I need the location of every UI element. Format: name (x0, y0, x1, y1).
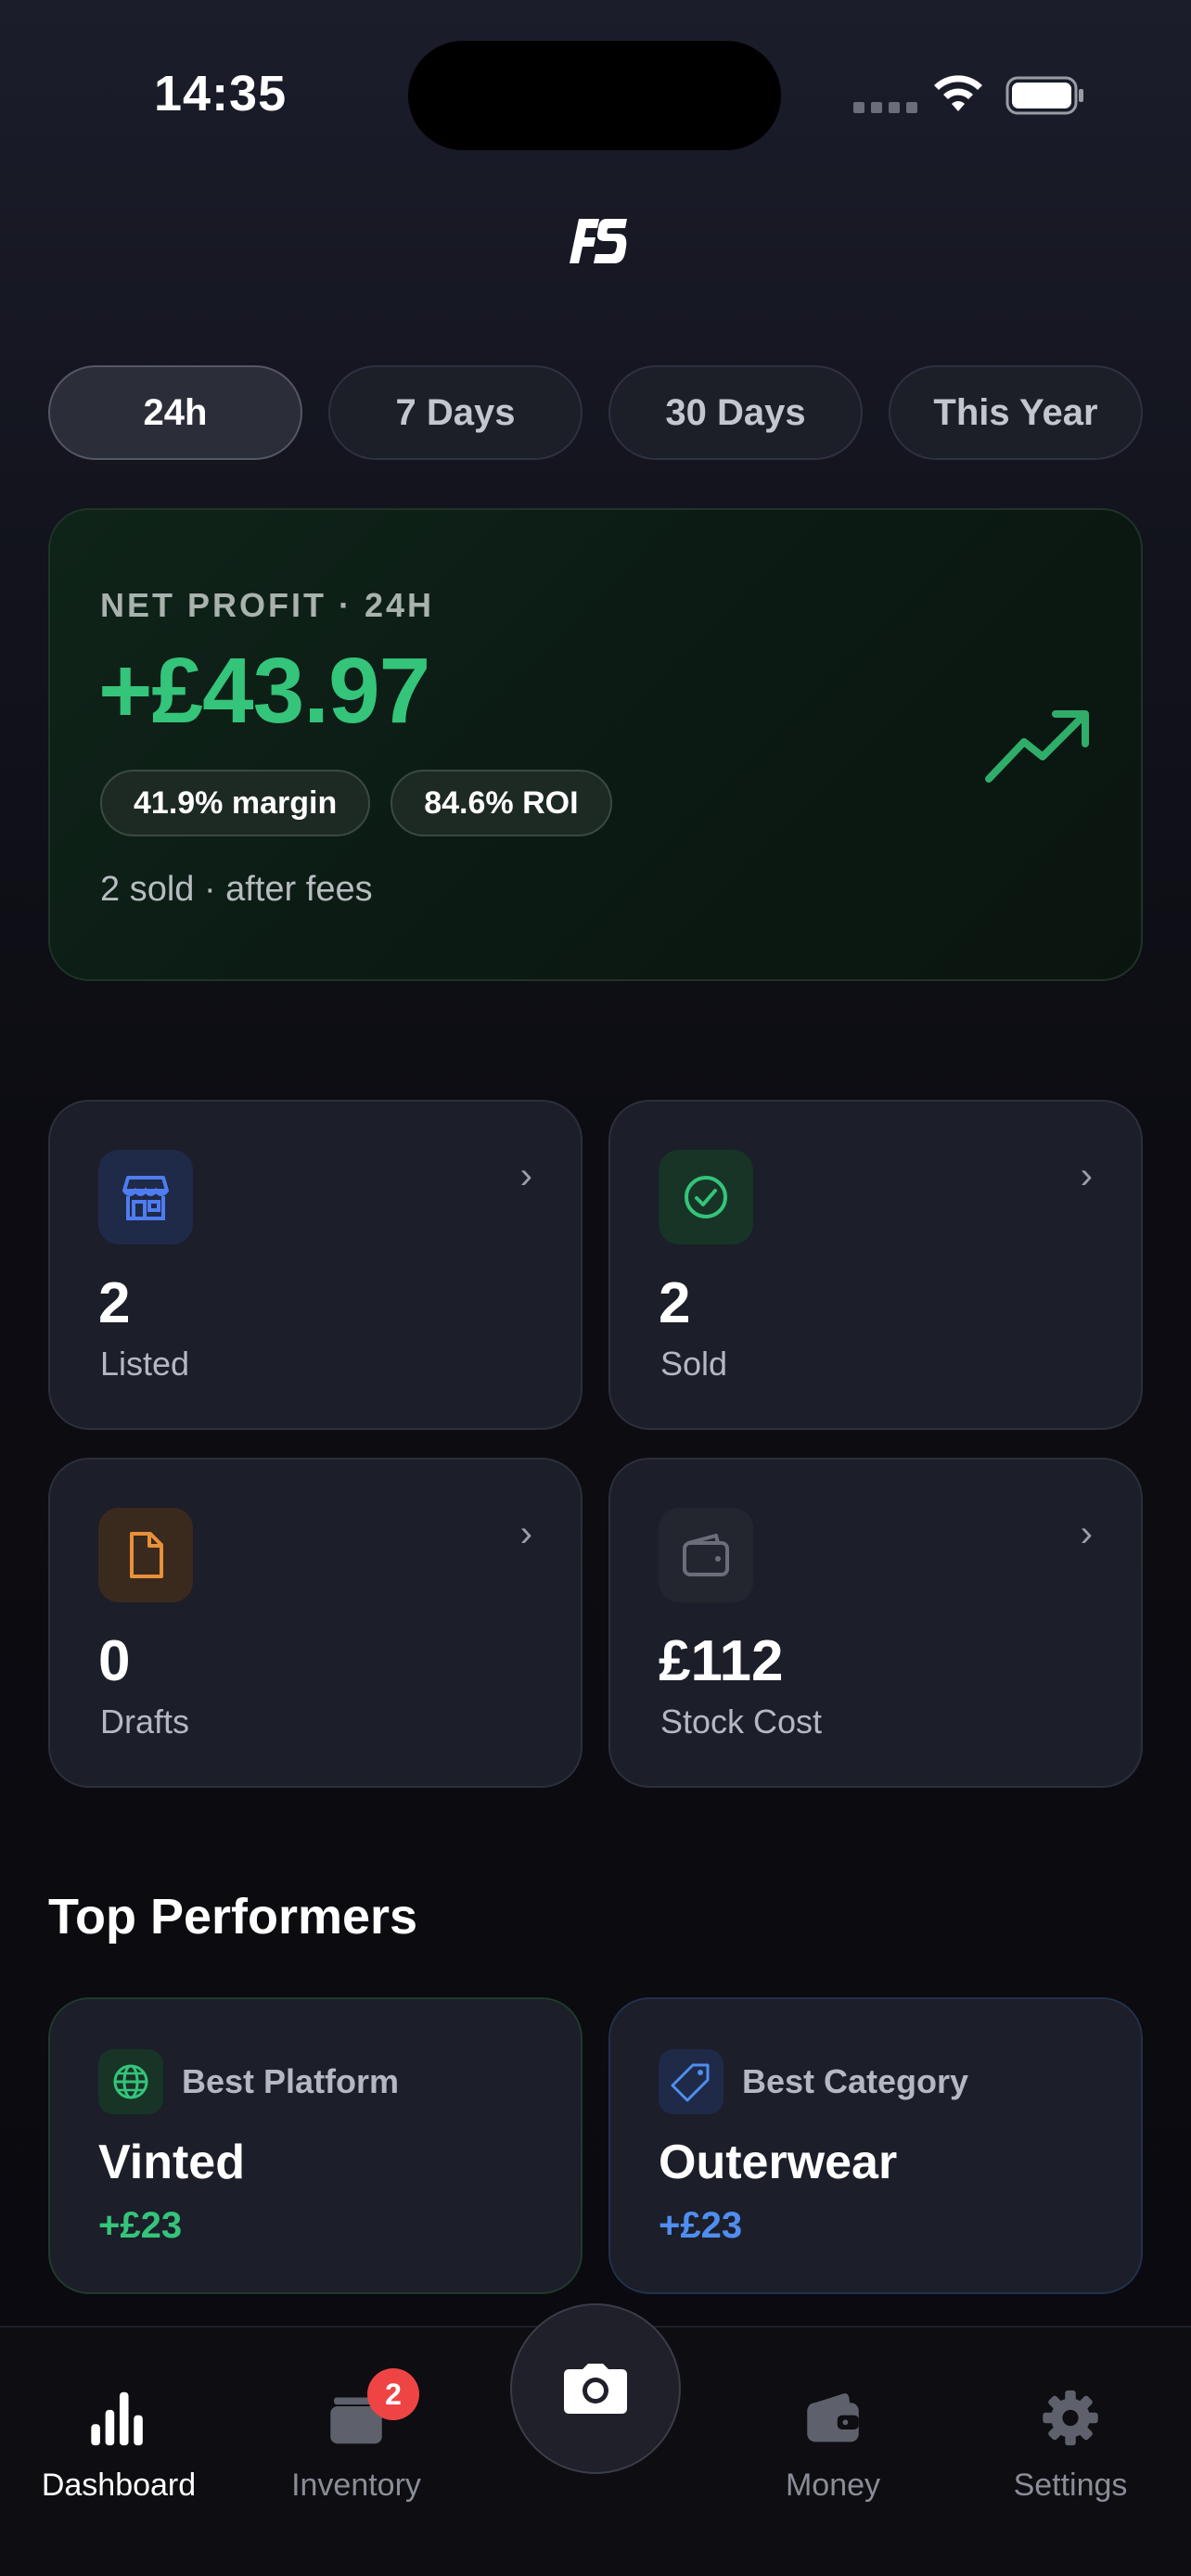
profit-subtitle: 2 sold · after fees (100, 870, 373, 909)
stat-label: Drafts (100, 1702, 190, 1741)
stat-label: Stock Cost (660, 1702, 823, 1741)
stat-label: Listed (100, 1345, 190, 1383)
check-circle-icon (685, 1176, 727, 1218)
storefront-icon-box (98, 1150, 193, 1244)
stat-card-stock-cost[interactable]: › £112 Stock Cost (608, 1458, 1143, 1788)
tag-icon-box (659, 2049, 724, 2114)
battery-icon (1005, 76, 1083, 115)
document-icon-box (98, 1508, 193, 1602)
profit-label: NET PROFIT · 24H (100, 586, 435, 624)
stat-value: 2 (659, 1271, 691, 1335)
chevron-right-icon: › (519, 1155, 532, 1196)
wallet-icon-box (659, 1508, 753, 1602)
tab-this-year[interactable]: This Year (889, 365, 1143, 460)
wallet-icon (807, 2393, 859, 2442)
stat-card-drafts[interactable]: › 0 Drafts (48, 1458, 583, 1788)
wallet-icon (683, 1534, 729, 1576)
best-category-card[interactable]: Best Category Outerwear +£23 (608, 1997, 1143, 2294)
storefront-icon (122, 1176, 169, 1220)
globe-icon-box (98, 2049, 163, 2114)
inventory-badge: 2 (367, 2368, 419, 2420)
status-bar: 14:35 (0, 0, 1191, 185)
chevron-right-icon: › (519, 1513, 532, 1554)
nav-label: Dashboard (41, 2468, 197, 2503)
stat-card-listed[interactable]: › 2 Listed (48, 1100, 583, 1430)
stat-value: 0 (98, 1629, 131, 1693)
camera-button[interactable] (510, 2303, 681, 2474)
tab-30-days[interactable]: 30 Days (608, 365, 863, 460)
bar-chart-icon (91, 2391, 143, 2446)
chevron-right-icon: › (1080, 1513, 1093, 1554)
nav-dashboard[interactable]: Dashboard (7, 2365, 230, 2504)
nav-inventory[interactable]: 2 Inventory (245, 2365, 467, 2504)
perf-label: Best Category (742, 2062, 969, 2100)
app-logo (570, 219, 627, 263)
perf-value: +£23 (98, 2205, 183, 2246)
net-profit-card[interactable]: NET PROFIT · 24H +£43.97 41.9% margin 84… (48, 508, 1143, 981)
stat-value: £112 (659, 1629, 784, 1693)
document-icon (130, 1532, 163, 1578)
nav-label: Inventory (291, 2468, 421, 2503)
roi-badge: 84.6% ROI (391, 770, 612, 836)
trending-up-icon (985, 710, 1089, 783)
profit-value: +£43.97 (98, 639, 430, 743)
chevron-right-icon: › (1080, 1155, 1093, 1196)
tab-7-days[interactable]: 7 Days (328, 365, 583, 460)
perf-value: +£23 (659, 2205, 743, 2246)
nav-money[interactable]: Money (722, 2365, 944, 2504)
perf-label: Best Platform (182, 2062, 400, 2100)
margin-badge: 41.9% margin (100, 770, 371, 836)
cellular-signal-icon (853, 102, 917, 113)
globe-icon (113, 2064, 148, 2099)
period-tabs: 24h 7 Days 30 Days This Year (48, 365, 1143, 460)
perf-name: Outerwear (659, 2136, 898, 2189)
camera-icon (564, 2364, 627, 2414)
tab-24h[interactable]: 24h (48, 365, 302, 460)
tag-icon (671, 2063, 710, 2102)
status-time: 14:35 (154, 66, 288, 121)
check-circle-icon-box (659, 1150, 753, 1244)
wifi-icon (934, 75, 982, 111)
stat-label: Sold (660, 1345, 728, 1383)
stat-value: 2 (98, 1271, 131, 1335)
nav-label: Money (785, 2468, 881, 2503)
profit-pills: 41.9% margin 84.6% ROI (100, 770, 612, 836)
best-platform-card[interactable]: Best Platform Vinted +£23 (48, 1997, 583, 2294)
section-title-top-performers: Top Performers (48, 1889, 418, 1945)
dynamic-island (408, 41, 781, 150)
nav-label: Settings (1013, 2468, 1128, 2503)
perf-name: Vinted (98, 2136, 245, 2189)
gear-icon (1043, 2390, 1098, 2446)
stat-card-sold[interactable]: › 2 Sold (608, 1100, 1143, 1430)
nav-settings[interactable]: Settings (959, 2365, 1182, 2504)
